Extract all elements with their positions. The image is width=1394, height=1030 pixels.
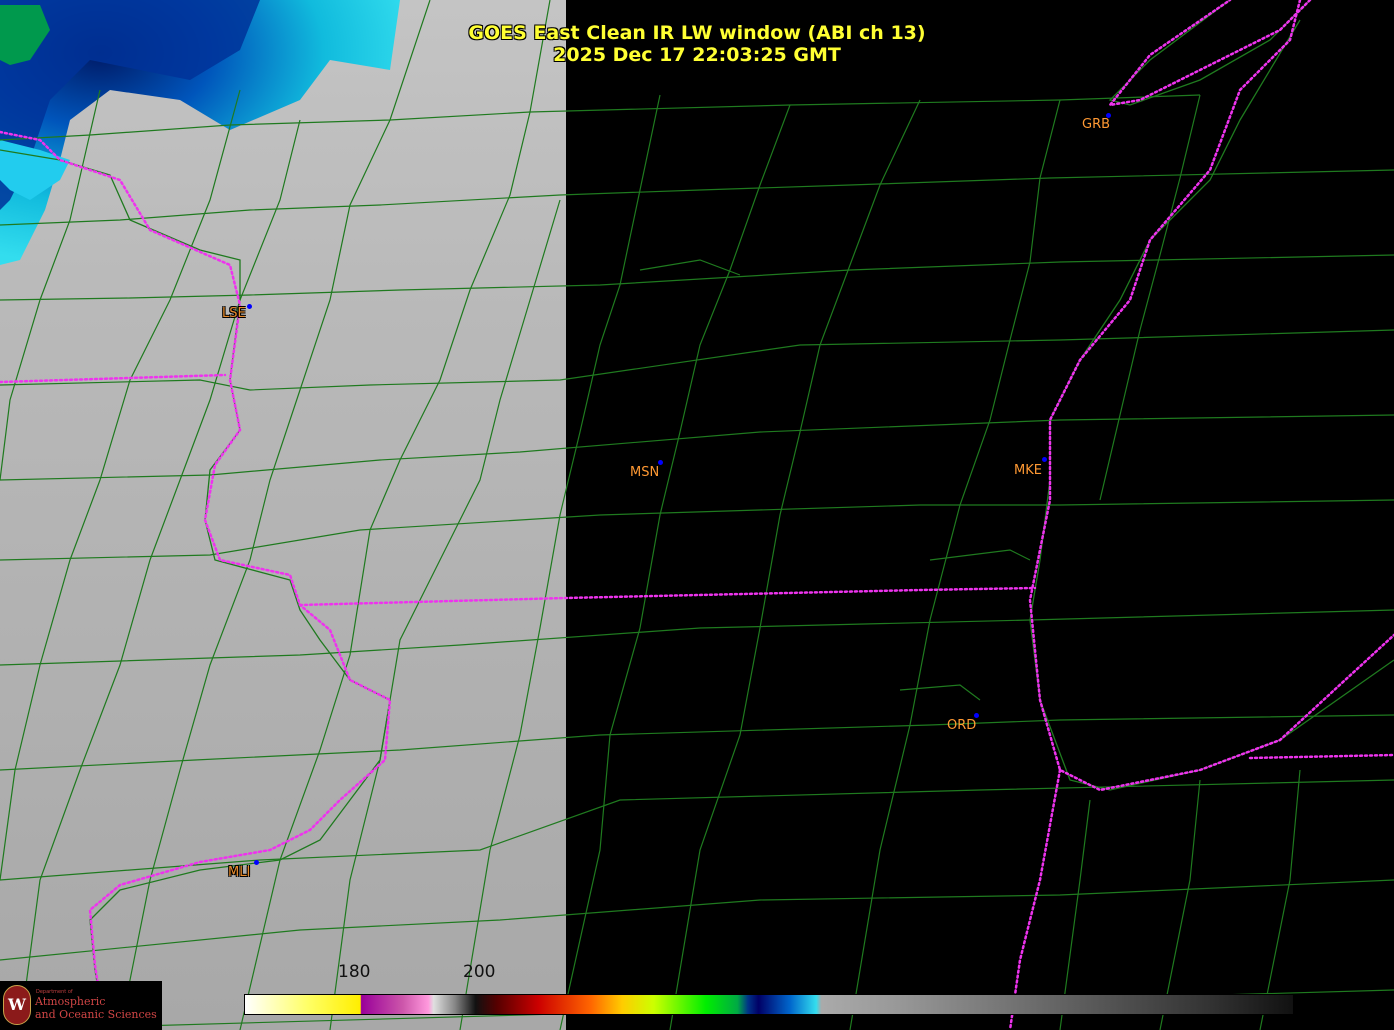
city-label-ord: ORD xyxy=(947,718,977,733)
satellite-map xyxy=(0,0,1394,1030)
station-dot-mli xyxy=(254,860,259,865)
city-label-mli: MLI xyxy=(228,865,251,880)
city-label-msn: MSN xyxy=(630,465,660,480)
city-label-lse: LSE xyxy=(222,306,246,321)
map-timestamp: 2025 Dec 17 22:03:25 GMT xyxy=(553,44,841,66)
temperature-colorbar xyxy=(244,994,1294,1015)
uw-seal-icon: W xyxy=(3,985,31,1025)
station-dot-lse xyxy=(247,304,252,309)
city-label-grb: GRB xyxy=(1082,117,1111,132)
map-title: GOES East Clean IR LW window (ABI ch 13) xyxy=(468,22,926,44)
city-label-mke: MKE xyxy=(1014,463,1042,478)
station-dot-mke xyxy=(1042,457,1047,462)
colorbar-tick-200: 200 xyxy=(463,962,496,982)
colorbar-tick-180: 180 xyxy=(338,962,371,982)
logo-line-1: Atmospheric xyxy=(35,995,106,1008)
uw-aos-logo: W Department of Atmospheric and Oceanic … xyxy=(0,981,162,1030)
logo-line-2: and Oceanic Sciences xyxy=(35,1008,157,1021)
